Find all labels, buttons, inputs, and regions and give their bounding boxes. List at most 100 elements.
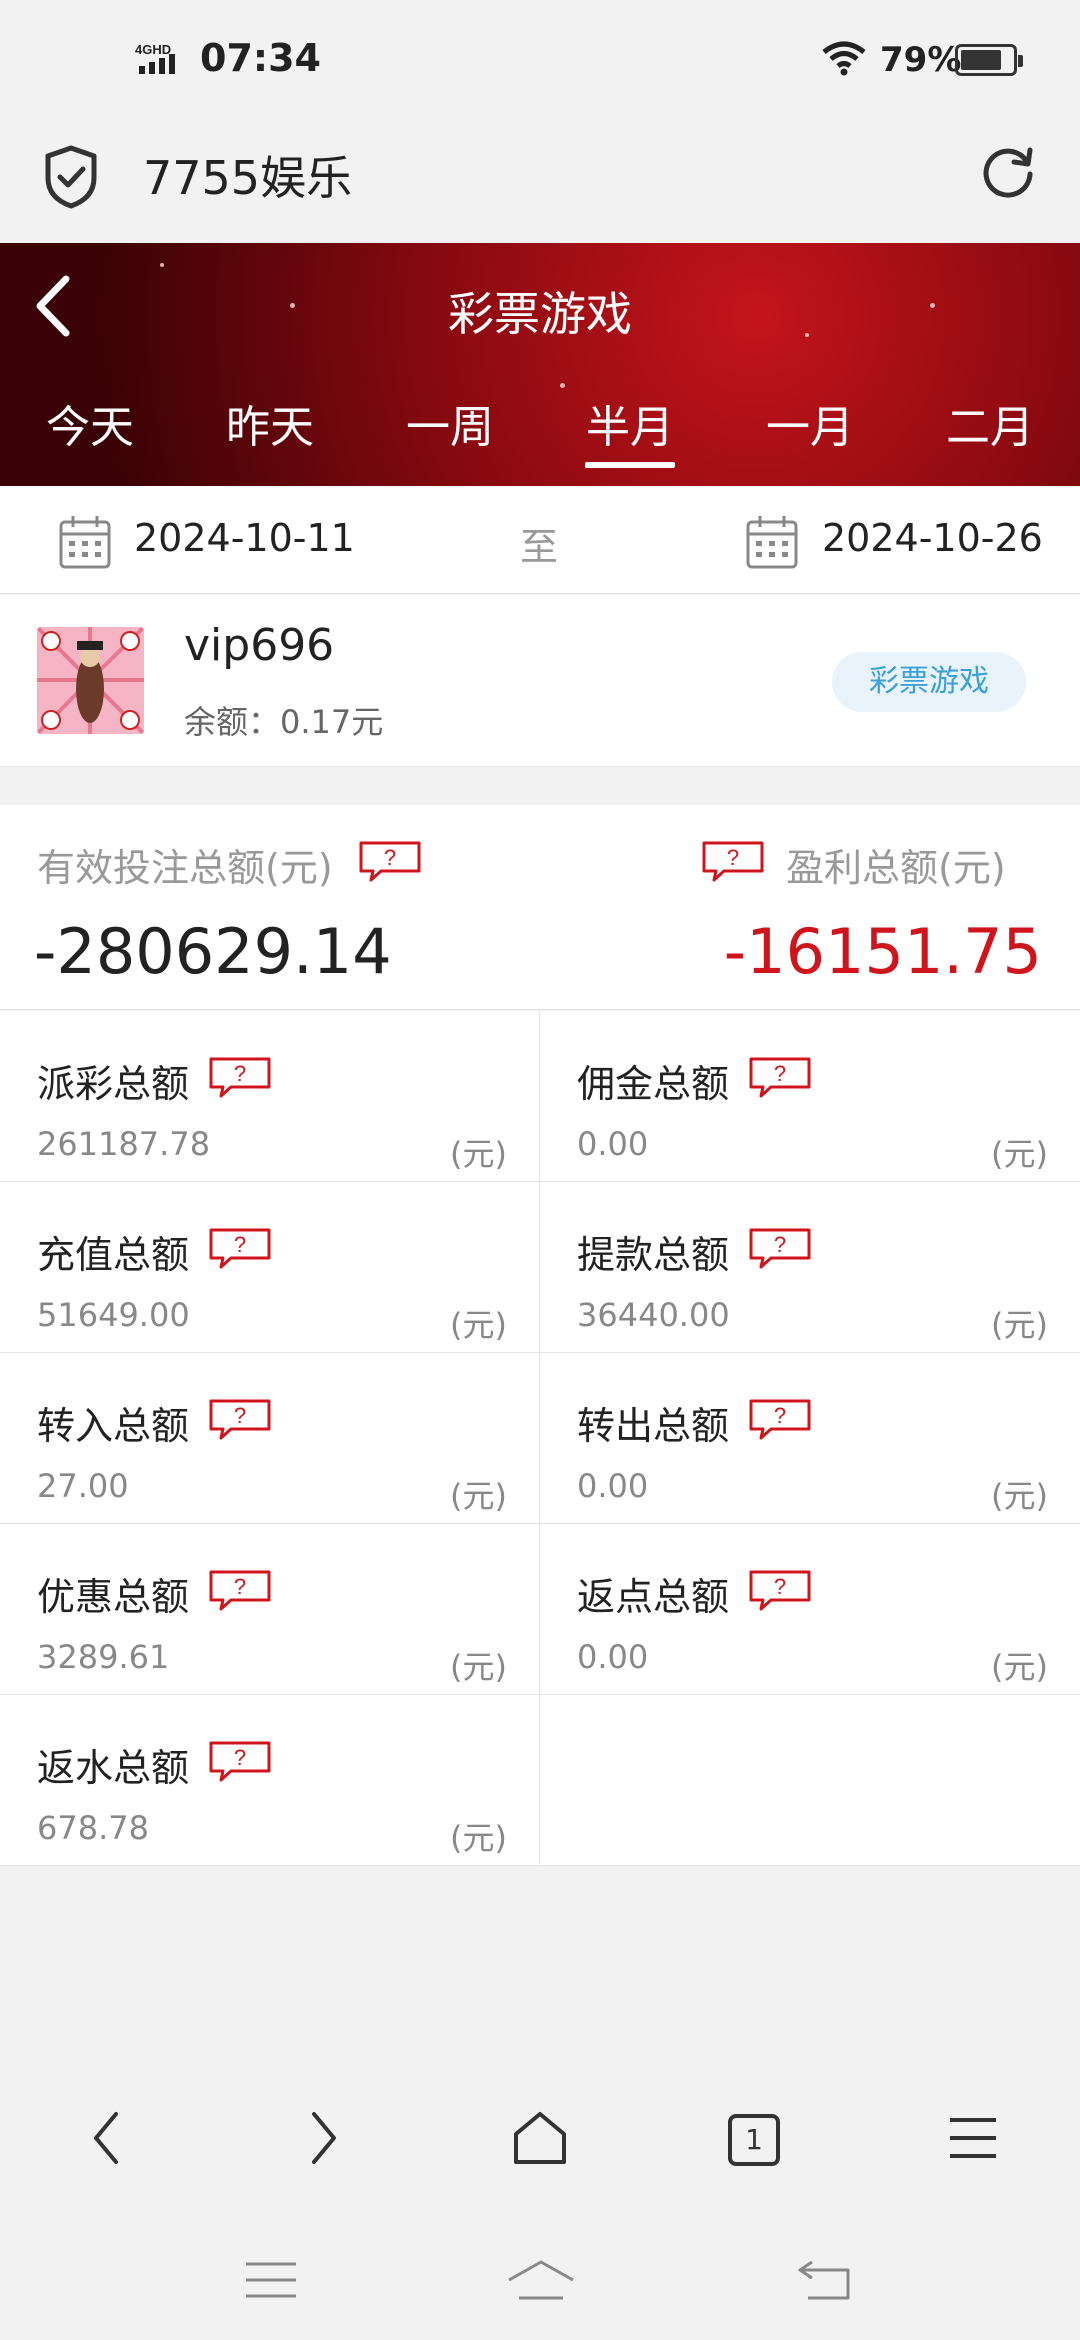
site-title: 7755娱乐 (143, 151, 353, 205)
svg-text:?: ? (774, 1061, 786, 1086)
stat-unit: (元) (450, 1135, 507, 1173)
question-bubble-icon[interactable]: ? (747, 1568, 813, 1616)
question-bubble-icon[interactable]: ? (207, 1226, 273, 1274)
stat-cell: 返水总额? 678.78 (元) (0, 1695, 540, 1866)
question-bubble-icon[interactable]: ? (207, 1055, 273, 1103)
avatar-image (37, 627, 144, 734)
tab-yesterday[interactable]: 昨天 (180, 393, 360, 486)
chevron-right-icon[interactable] (306, 2108, 342, 2168)
calendar-icon[interactable] (745, 514, 799, 570)
stat-label: 转出总额 (577, 1404, 730, 1448)
stat-cell: 佣金总额? 0.00 (元) (540, 1011, 1080, 1182)
question-bubble-icon[interactable]: ? (700, 839, 766, 883)
date-separator: 至 (520, 525, 559, 569)
stat-label: 佣金总额 (577, 1062, 730, 1106)
svg-text:?: ? (234, 1745, 246, 1770)
svg-text:?: ? (774, 1403, 786, 1428)
stat-unit: (元) (991, 1306, 1048, 1344)
question-bubble-icon[interactable]: ? (747, 1226, 813, 1274)
stat-value: 0.00 (577, 1638, 649, 1676)
stat-cell: 转入总额? 27.00 (元) (0, 1353, 540, 1524)
recent-apps-icon[interactable] (244, 2258, 298, 2302)
chevron-left-icon[interactable] (88, 2108, 124, 2168)
start-date[interactable]: 2024-10-11 (134, 516, 355, 560)
shield-check-icon[interactable] (42, 144, 100, 210)
stat-unit: (元) (991, 1477, 1048, 1515)
svg-text:?: ? (234, 1061, 246, 1086)
tab-two-months[interactable]: 二月 (900, 393, 1080, 486)
bet-total-value: -280629.14 (34, 915, 392, 988)
reload-icon[interactable] (978, 142, 1038, 202)
stat-unit: (元) (450, 1648, 507, 1686)
page-header: 彩票游戏 今天 昨天 一周 半月 一月 二月 (0, 243, 1080, 486)
sparkle (160, 263, 164, 267)
question-bubble-icon[interactable]: ? (207, 1568, 273, 1616)
avatar (37, 627, 144, 734)
question-bubble-icon[interactable]: ? (747, 1055, 813, 1103)
date-range: 2024-10-11 至 2024-10-26 (0, 486, 1080, 594)
question-bubble-icon[interactable]: ? (357, 839, 423, 883)
period-tabs: 今天 昨天 一周 半月 一月 二月 (0, 393, 1080, 486)
question-bubble-icon[interactable]: ? (207, 1739, 273, 1787)
stat-value: 0.00 (577, 1467, 649, 1505)
question-bubble-icon[interactable]: ? (207, 1397, 273, 1445)
tab-week[interactable]: 一周 (360, 393, 540, 486)
user-info: vip696 余额：0.17元 彩票游戏 (0, 595, 1080, 767)
stat-cell: 充值总额? 51649.00 (元) (0, 1182, 540, 1353)
sparkle (560, 383, 565, 388)
system-nav (0, 2218, 1080, 2340)
stat-label: 返水总额 (37, 1746, 190, 1790)
svg-text:?: ? (727, 845, 739, 870)
svg-text:?: ? (234, 1403, 246, 1428)
stat-value: 36440.00 (577, 1296, 730, 1334)
empty-cell (540, 1695, 1080, 1866)
home-icon[interactable] (505, 2258, 577, 2302)
stat-unit: (元) (450, 1819, 507, 1857)
stat-unit: (元) (450, 1477, 507, 1515)
stat-cell: 返点总额? 0.00 (元) (540, 1524, 1080, 1695)
stat-cell: 提款总额? 36440.00 (元) (540, 1182, 1080, 1353)
stat-label: 提款总额 (577, 1233, 730, 1277)
svg-text:?: ? (234, 1574, 246, 1599)
username: vip696 (184, 620, 335, 671)
summary-panel: 有效投注总额(元) ? ? 盈利总额(元) -280629.14 -16151.… (0, 805, 1080, 1010)
stat-value: 0.00 (577, 1125, 649, 1163)
back-icon[interactable] (796, 2258, 852, 2302)
stat-value: 3289.61 (37, 1638, 170, 1676)
svg-text:?: ? (774, 1574, 786, 1599)
battery-icon (955, 44, 1023, 76)
battery-percent: 79% (880, 40, 962, 80)
stat-label: 派彩总额 (37, 1062, 190, 1106)
svg-text:?: ? (774, 1232, 786, 1257)
browser-bottom-nav: 1 (0, 2068, 1080, 2218)
profit-total-value: -16151.75 (723, 915, 1042, 988)
svg-text:?: ? (384, 845, 396, 870)
menu-icon[interactable] (946, 2108, 1000, 2168)
home-icon[interactable] (510, 2108, 570, 2168)
stat-value: 678.78 (37, 1809, 149, 1847)
status-bar: 4GHD 07:34 79% (0, 0, 1080, 120)
stat-value: 51649.00 (37, 1296, 190, 1334)
stat-value: 27.00 (37, 1467, 129, 1505)
bet-total-label: 有效投注总额(元) (37, 846, 333, 890)
clock: 07:34 (200, 36, 321, 80)
game-type-badge[interactable]: 彩票游戏 (832, 652, 1026, 712)
svg-text:4GHD: 4GHD (135, 42, 171, 57)
stats-grid: 派彩总额? 261187.78 (元) 佣金总额? 0.00 (元) 充值总额? 51649.… (0, 1011, 1080, 1866)
balance: 余额：0.17元 (184, 703, 384, 741)
calendar-icon[interactable] (58, 514, 112, 570)
stat-cell: 转出总额? 0.00 (元) (540, 1353, 1080, 1524)
cellular-signal-icon: 4GHD (135, 42, 175, 74)
stat-unit: (元) (991, 1648, 1048, 1686)
stat-value: 261187.78 (37, 1125, 211, 1163)
tab-month[interactable]: 一月 (720, 393, 900, 486)
question-bubble-icon[interactable]: ? (747, 1397, 813, 1445)
end-date[interactable]: 2024-10-26 (822, 516, 1043, 560)
stat-label: 优惠总额 (37, 1575, 190, 1619)
page-title: 彩票游戏 (448, 287, 632, 341)
tab-half-month[interactable]: 半月 (540, 393, 720, 486)
tabs-button[interactable]: 1 (728, 2114, 780, 2166)
wifi-icon (822, 41, 866, 76)
tab-today[interactable]: 今天 (0, 393, 180, 486)
battery-level (961, 50, 1001, 70)
